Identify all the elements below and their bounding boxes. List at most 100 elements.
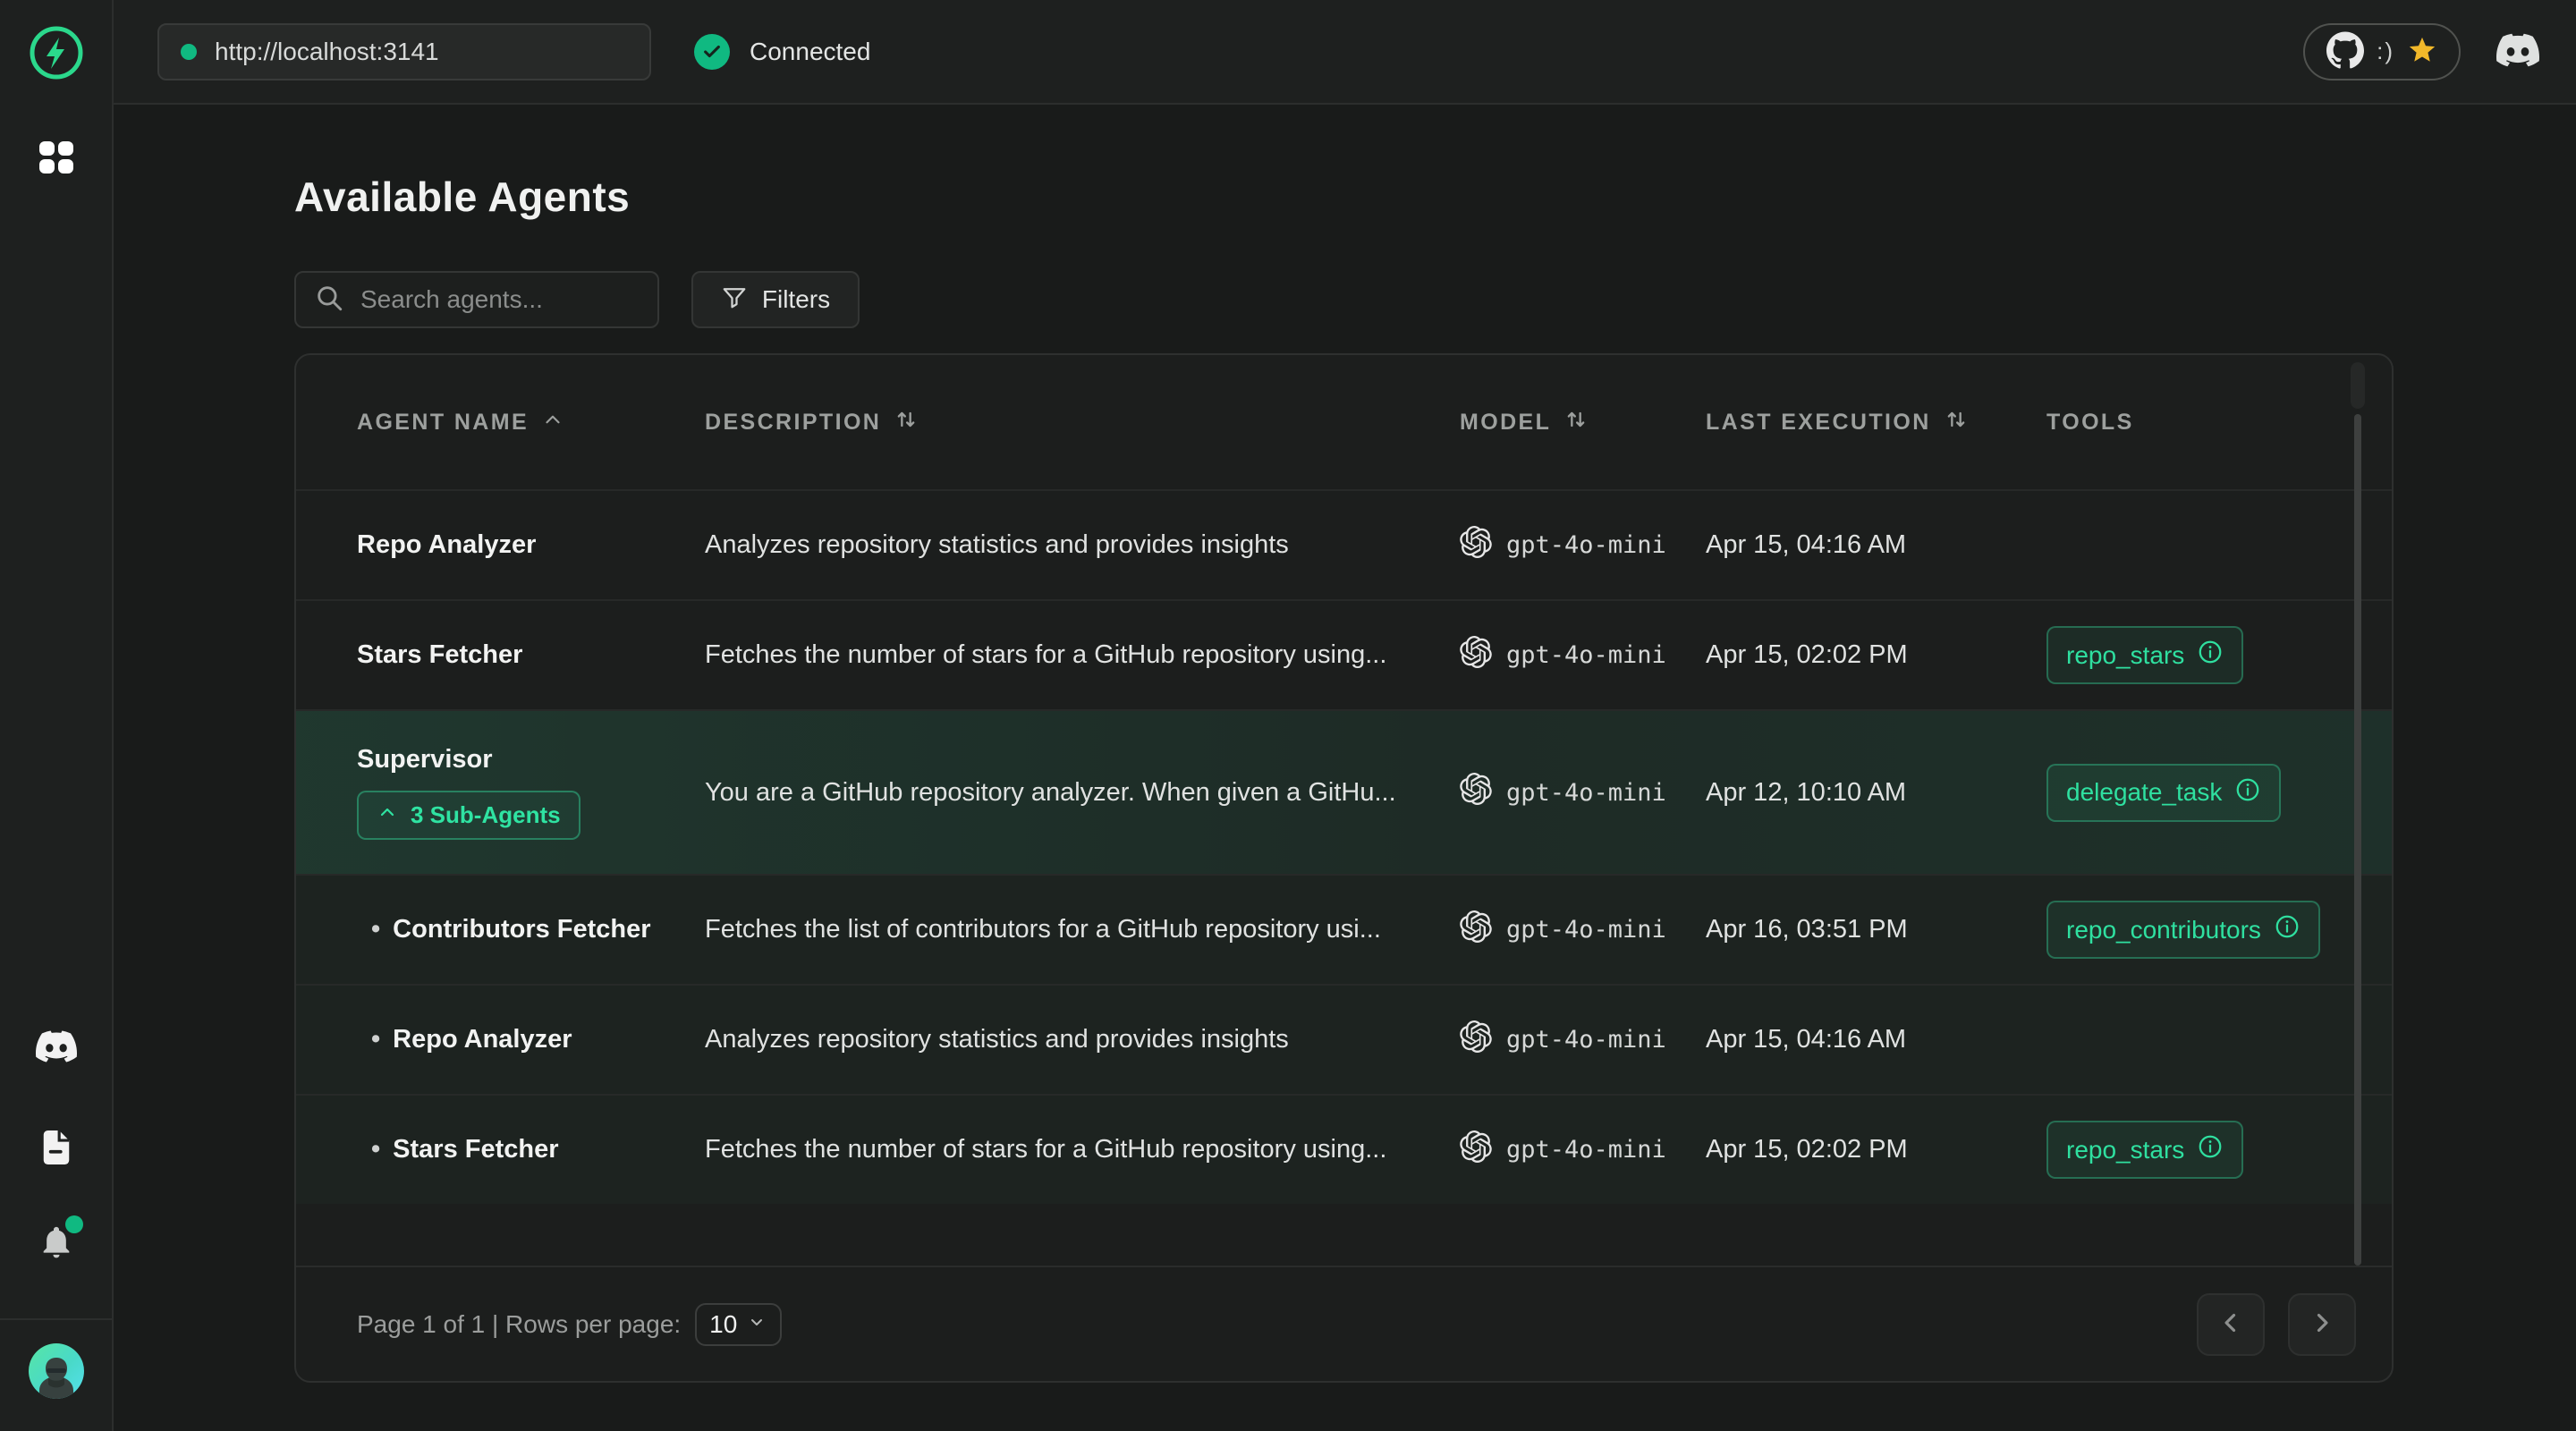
pagination-buttons — [2197, 1293, 2356, 1356]
agent-description-cell: Fetches the list of contributors for a G… — [705, 915, 1460, 944]
agent-model-cell: gpt-4o-mini — [1460, 526, 1706, 565]
github-icon — [2326, 31, 2364, 72]
subagent-bullet: • — [371, 915, 380, 944]
tool-badge[interactable]: repo_stars — [2046, 1121, 2243, 1179]
sidebar-item-notifications[interactable] — [38, 1223, 74, 1263]
info-icon[interactable] — [2197, 639, 2224, 672]
connected-check-icon — [694, 34, 730, 70]
table-scrollbar-thumb[interactable] — [2351, 362, 2365, 409]
table-row[interactable]: Repo Analyzer Analyzes repository statis… — [296, 489, 2392, 599]
agent-name-cell: Stars Fetcher — [296, 640, 705, 670]
tools-cell: repo_stars — [2046, 626, 2392, 684]
subagent-bullet: • — [371, 1025, 380, 1054]
rows-per-page-select[interactable]: 10 — [695, 1303, 782, 1346]
column-header-model[interactable]: MODEL — [1460, 407, 1706, 438]
table-row-subagent[interactable]: •Stars Fetcher Fetches the number of sta… — [296, 1094, 2392, 1204]
filters-button[interactable]: Filters — [691, 271, 860, 328]
sort-updown-icon — [894, 407, 919, 438]
table-row-subagent[interactable]: •Contributors Fetcher Fetches the list o… — [296, 874, 2392, 984]
info-icon[interactable] — [2274, 913, 2301, 946]
agent-description-cell: You are a GitHub repository analyzer. Wh… — [705, 778, 1460, 808]
last-execution-cell: Apr 16, 03:51 PM — [1706, 915, 2046, 944]
agent-name-cell: •Repo Analyzer — [296, 1025, 705, 1054]
chevron-right-icon — [2307, 1308, 2337, 1341]
table-row[interactable]: Stars Fetcher Fetches the number of star… — [296, 599, 2392, 709]
info-icon[interactable] — [2234, 776, 2261, 809]
search-icon — [314, 283, 344, 318]
search-input[interactable] — [360, 285, 640, 314]
agent-name-cell: •Stars Fetcher — [296, 1135, 705, 1164]
github-smiley-text: :) — [2377, 38, 2394, 65]
github-star-button[interactable]: :) — [2303, 23, 2461, 80]
agent-description-cell: Fetches the number of stars for a GitHub… — [705, 1135, 1460, 1164]
tool-badge-label: repo_stars — [2066, 641, 2184, 670]
column-label: MODEL — [1460, 410, 1551, 436]
table-scrollbar-track[interactable] — [2354, 414, 2361, 1266]
discord-icon — [2496, 29, 2539, 74]
agent-description-cell: Analyzes repository statistics and provi… — [705, 1025, 1460, 1054]
table-row-supervisor[interactable]: Supervisor 3 Sub-Agents You are a GitHub… — [296, 709, 2392, 874]
column-label: TOOLS — [2046, 410, 2134, 436]
agent-model-cell: gpt-4o-mini — [1460, 1130, 1706, 1170]
info-icon[interactable] — [2197, 1133, 2224, 1166]
column-header-last-execution[interactable]: LAST EXECUTION — [1706, 407, 2046, 438]
agent-description-cell: Analyzes repository statistics and provi… — [705, 530, 1460, 560]
column-header-description[interactable]: DESCRIPTION — [705, 407, 1460, 438]
topbar: Connected :) — [114, 0, 2576, 105]
pagination-summary: Page 1 of 1 | Rows per page: — [357, 1310, 681, 1339]
connection-status-label: Connected — [750, 38, 870, 66]
connection-status: Connected — [694, 34, 870, 70]
subagents-toggle[interactable]: 3 Sub-Agents — [357, 791, 580, 840]
tools-cell: delegate_task — [2046, 764, 2392, 822]
prev-page-button[interactable] — [2197, 1293, 2265, 1356]
last-execution-cell: Apr 15, 04:16 AM — [1706, 530, 2046, 560]
tools-cell: repo_contributors — [2046, 901, 2392, 959]
sidebar-item-discord[interactable] — [36, 1026, 77, 1070]
agents-table-card: AGENT NAME DESCRIPTION MODEL — [294, 353, 2394, 1383]
sort-updown-icon — [1563, 407, 1589, 438]
last-execution-cell: Apr 15, 02:02 PM — [1706, 1135, 2046, 1164]
agent-model-cell: gpt-4o-mini — [1460, 910, 1706, 950]
sort-asc-icon — [541, 408, 564, 437]
discord-link-button[interactable] — [2496, 29, 2539, 74]
avatar-photo — [29, 1347, 84, 1399]
table-footer: Page 1 of 1 | Rows per page: 10 — [296, 1266, 2392, 1381]
agent-model-cell: gpt-4o-mini — [1460, 1020, 1706, 1060]
tool-badge-label: repo_contributors — [2066, 916, 2261, 944]
sort-updown-icon — [1944, 407, 1969, 438]
search-box[interactable] — [294, 271, 659, 328]
lightning-logo-icon — [29, 70, 84, 83]
app-root: Connected :) Available Agents — [0, 0, 2576, 1431]
filter-funnel-icon — [721, 284, 748, 317]
table-row-subagent[interactable]: •Repo Analyzer Analyzes repository stati… — [296, 984, 2392, 1094]
column-header-agent-name[interactable]: AGENT NAME — [296, 408, 705, 437]
page-title: Available Agents — [294, 173, 2576, 221]
sidebar-item-docs[interactable] — [39, 1129, 73, 1169]
tool-badge[interactable]: repo_contributors — [2046, 901, 2320, 959]
openai-icon — [1460, 910, 1492, 950]
table-header-row: AGENT NAME DESCRIPTION MODEL — [296, 355, 2392, 489]
server-url-box[interactable] — [157, 23, 651, 80]
sidebar-divider — [0, 1318, 113, 1320]
tool-badge-label: repo_stars — [2066, 1136, 2184, 1164]
user-avatar[interactable] — [29, 1343, 84, 1399]
agent-name-cell: •Contributors Fetcher — [296, 915, 705, 944]
discord-icon — [36, 1026, 77, 1070]
subagents-label: 3 Sub-Agents — [411, 801, 561, 829]
star-icon — [2407, 35, 2437, 68]
sidebar-item-dashboard[interactable] — [38, 140, 75, 178]
openai-icon — [1460, 773, 1492, 812]
column-label: DESCRIPTION — [705, 410, 881, 436]
app-logo[interactable] — [28, 25, 85, 82]
server-url-input[interactable] — [215, 38, 628, 66]
chevron-left-icon — [2216, 1308, 2246, 1341]
grid-icon — [38, 140, 75, 178]
notification-dot — [65, 1215, 83, 1233]
agent-name-cell: Repo Analyzer — [296, 530, 705, 560]
last-execution-cell: Apr 15, 04:16 AM — [1706, 1025, 2046, 1054]
tool-badge[interactable]: repo_stars — [2046, 626, 2243, 684]
next-page-button[interactable] — [2288, 1293, 2356, 1356]
subagent-bullet: • — [371, 1135, 380, 1164]
tool-badge[interactable]: delegate_task — [2046, 764, 2281, 822]
column-label: AGENT NAME — [357, 410, 529, 436]
